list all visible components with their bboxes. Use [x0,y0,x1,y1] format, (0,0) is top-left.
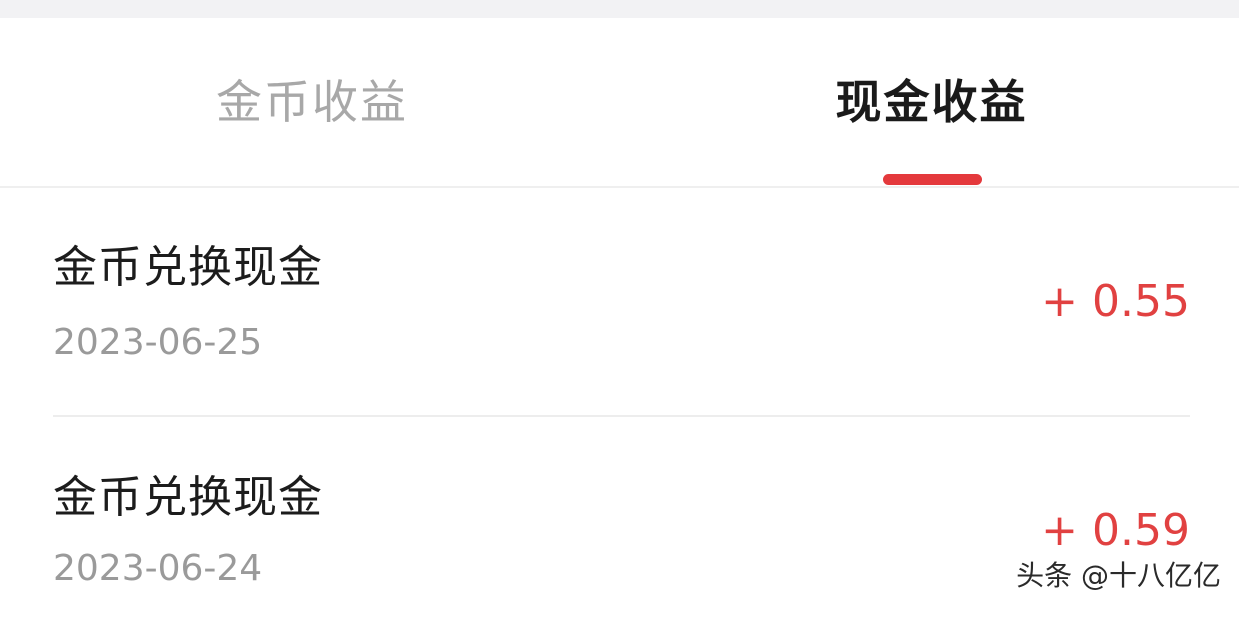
top-status-strip [0,0,1239,18]
income-tabs: 金币收益 现金收益 [0,18,1239,186]
record-title: 金币兑换现金 [53,472,323,523]
tab-cash-income[interactable]: 现金收益 [620,18,1239,186]
record-title: 金币兑换现金 [53,242,323,293]
watermark: 头条 @十八亿亿 [1016,559,1221,592]
record-amount: + 0.59 [1041,505,1190,556]
list-item: 金币兑换现金 2023-06-24 + 0.59 [53,416,1190,644]
tab-cash-income-label: 现金收益 [835,75,1028,129]
list-item: 金币兑换现金 2023-06-25 + 0.55 [53,188,1190,416]
active-tab-indicator [883,174,982,185]
tab-coin-income-label: 金币收益 [216,75,408,129]
tab-coin-income[interactable]: 金币收益 [0,18,620,188]
record-amount: + 0.55 [1041,276,1190,327]
record-date: 2023-06-25 [53,322,263,363]
record-date: 2023-06-24 [53,548,263,589]
